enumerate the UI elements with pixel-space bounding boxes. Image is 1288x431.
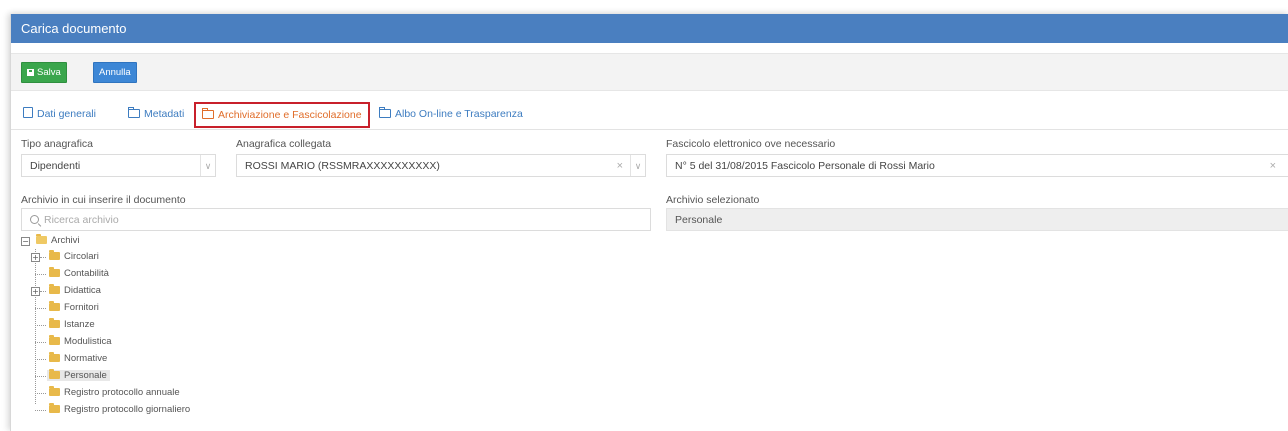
tree-node-label: Istanze [64, 319, 95, 330]
folder-icon [49, 250, 60, 260]
tab-label: Dati generali [37, 108, 96, 120]
folder-icon [49, 301, 60, 311]
anagrafica-collegata-value: ROSSI MARIO (RSSMRAXXXXXXXXXX) [245, 160, 440, 172]
tipo-anagrafica-value: Dipendenti [30, 160, 81, 172]
tab-bar: Dati generali Metadati Archiviazione e F… [11, 99, 1288, 130]
folder-icon [379, 107, 391, 118]
clear-icon[interactable]: × [617, 155, 623, 178]
tree-node-circolari[interactable]: + Circolari [31, 249, 99, 265]
tree-node-label: Circolari [64, 251, 99, 262]
cancel-button[interactable]: Annulla [93, 62, 137, 83]
tree-node-label: Fornitori [64, 302, 99, 313]
tab-label: Archiviazione e Fascicolazione [218, 109, 362, 121]
action-toolbar: Salva Annulla [11, 53, 1288, 91]
folder-icon [49, 403, 60, 413]
folder-icon [49, 267, 60, 277]
archivio-selezionato-label: Archivio selezionato [666, 194, 760, 206]
tree-node-label: Modulistica [64, 336, 112, 347]
tipo-anagrafica-select[interactable]: Dipendenti ∨ [21, 154, 216, 177]
tree-node-label: Registro protocollo giornaliero [64, 404, 191, 415]
tab-archiviazione-fascicolazione[interactable]: Archiviazione e Fascicolazione [194, 102, 370, 128]
dialog-titlebar: Carica documento [11, 14, 1288, 43]
tree-node-istanze[interactable]: Istanze [35, 317, 95, 333]
archivio-label: Archivio in cui inserire il documento [21, 194, 186, 206]
expand-icon[interactable]: + [31, 253, 40, 262]
anagrafica-collegata-label: Anagrafica collegata [236, 138, 332, 150]
fascicolo-select[interactable]: N° 5 del 31/08/2015 Fascicolo Personale … [666, 154, 1288, 177]
tipo-anagrafica-label: Tipo anagrafica [21, 138, 93, 150]
tree-node-personale[interactable]: Personale [35, 368, 110, 384]
clear-icon[interactable]: × [1270, 155, 1276, 178]
tree-node-normative[interactable]: Normative [35, 351, 107, 367]
fascicolo-value: N° 5 del 31/08/2015 Fascicolo Personale … [675, 160, 935, 172]
tree-node-label: Didattica [64, 285, 101, 296]
tab-metadati[interactable]: Metadati [128, 104, 184, 124]
archivio-search-input[interactable] [44, 211, 634, 228]
folder-icon [49, 369, 60, 379]
tree-node-registro-annuale[interactable]: Registro protocollo annuale [35, 385, 180, 401]
dialog-window: Carica documento Salva Annulla Dati gene… [10, 14, 1288, 431]
folder-icon [49, 284, 60, 294]
folder-icon [202, 108, 214, 119]
archivio-selezionato-value: Personale [675, 214, 723, 226]
tab-albo-online-trasparenza[interactable]: Albo On-line e Trasparenza [379, 104, 523, 124]
document-icon [23, 107, 33, 118]
tree-node-fornitori[interactable]: Fornitori [35, 300, 99, 316]
collapse-icon[interactable]: − [21, 237, 30, 246]
tree-node-didattica[interactable]: + Didattica [31, 283, 101, 299]
save-button[interactable]: Salva [21, 62, 67, 83]
folder-icon [128, 107, 140, 118]
tab-dati-generali[interactable]: Dati generali [23, 104, 96, 124]
floppy-disk-icon [27, 69, 34, 76]
chevron-down-icon[interactable]: ∨ [200, 155, 215, 176]
tree-node-label: Normative [64, 353, 108, 364]
anagrafica-collegata-select[interactable]: ROSSI MARIO (RSSMRAXXXXXXXXXX) × ∨ [236, 154, 646, 177]
folder-open-icon [36, 234, 47, 244]
tab-label: Metadati [144, 108, 185, 120]
dialog-title: Carica documento [21, 21, 127, 36]
folder-icon [49, 386, 60, 396]
tree-node-archivi[interactable]: − Archivi [21, 233, 80, 249]
folder-icon [49, 318, 60, 328]
fascicolo-label: Fascicolo elettronico ove necessario [666, 138, 836, 150]
chevron-down-icon[interactable]: ∨ [630, 155, 645, 176]
archivio-selezionato-field: Personale [666, 208, 1288, 231]
archivio-search[interactable] [21, 208, 651, 231]
folder-icon [49, 352, 60, 362]
tree-node-label: Personale [64, 370, 107, 381]
folder-icon [49, 335, 60, 345]
save-button-label: Salva [37, 67, 61, 78]
tree-node-label: Registro protocollo annuale [64, 387, 180, 398]
tab-label: Albo On-line e Trasparenza [395, 108, 523, 120]
tree-node-registro-giornaliero[interactable]: Registro protocollo giornaliero [35, 402, 190, 418]
search-icon [30, 215, 39, 224]
tree-node-label: Contabilità [64, 268, 109, 279]
tree-node-modulistica[interactable]: Modulistica [35, 334, 112, 350]
expand-icon[interactable]: + [31, 287, 40, 296]
tree-node-contabilita[interactable]: Contabilità [35, 266, 109, 282]
tree-node-label: Archivi [51, 235, 80, 246]
